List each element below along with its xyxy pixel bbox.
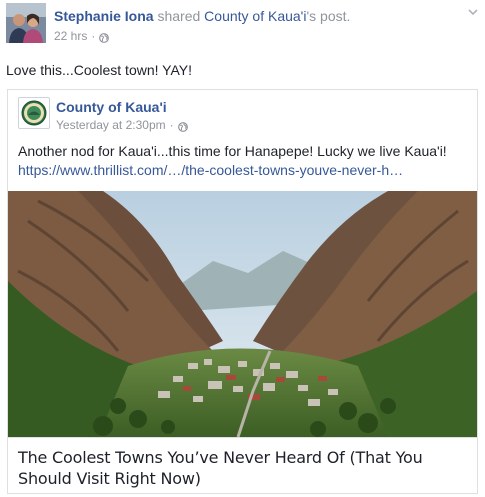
shared-post-timestamp-link[interactable]: Yesterday at 2:30pm (56, 118, 166, 133)
shared-post-card: County of Kaua'i Yesterday at 2:30pm · A… (7, 89, 478, 494)
post-message: Love this...Coolest town! YAY! (6, 62, 192, 78)
link-preview-image[interactable] (8, 191, 477, 437)
link-preview-caption[interactable]: The Coolest Towns You’ve Never Heard Of … (8, 437, 477, 493)
post-header: Stephanie Iona shared County of Kaua'i's… (6, 3, 480, 47)
shared-post-link[interactable]: https://www.thrillist.com/…/the-coolest-… (18, 160, 473, 180)
sharer-name-link[interactable]: Stephanie Iona (54, 8, 154, 24)
post-timestamp-link[interactable]: 22 hrs (54, 28, 87, 44)
action-text: shared (157, 8, 201, 24)
shared-post-meta: Yesterday at 2:30pm · (56, 118, 188, 133)
shared-meta-separator: · (169, 118, 174, 132)
link-preview-title: The Coolest Towns You’ve Never Heard Of … (18, 448, 423, 488)
shared-suffix: 's post. (306, 8, 351, 24)
shared-page-name-link[interactable]: County of Kaua'i (56, 98, 167, 116)
mountain-town-photo (8, 191, 477, 437)
meta-separator: · (91, 29, 96, 43)
globe-icon[interactable] (177, 121, 188, 132)
post-header-line: Stephanie Iona shared County of Kaua'i's… (54, 7, 350, 25)
shared-post-text: Another nod for Kaua'i...this time for H… (18, 143, 447, 159)
chevron-down-icon[interactable] (466, 5, 480, 19)
globe-icon[interactable] (99, 31, 110, 43)
county-seal-icon[interactable] (18, 97, 50, 129)
avatar[interactable] (6, 3, 46, 43)
shared-page-link[interactable]: County of Kaua'i (204, 8, 306, 24)
post-meta: 22 hrs · (54, 28, 110, 44)
